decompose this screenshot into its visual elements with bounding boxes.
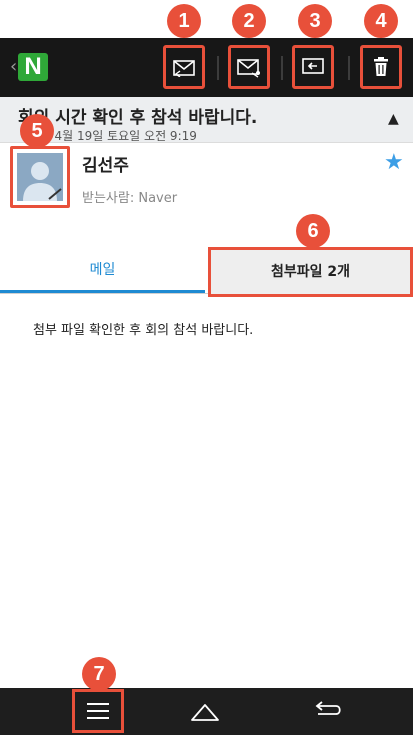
app-logo[interactable]: N [18, 53, 48, 81]
callout-badge: 2 [232, 4, 266, 38]
back-icon [315, 701, 341, 715]
top-margin [0, 0, 413, 38]
home-button[interactable] [183, 691, 227, 731]
reply-mail-icon [173, 60, 195, 77]
home-icon [191, 704, 219, 721]
back-chevron-icon[interactable]: ‹ [10, 56, 17, 78]
tab-mail[interactable]: 메일 [0, 249, 205, 293]
menu-icon [87, 703, 109, 719]
recipients-line: 받는사람: Naver [82, 191, 178, 206]
collapse-triangle-icon[interactable]: ▲ [388, 111, 399, 127]
forward-mail-icon [302, 58, 324, 74]
callout-badge: 5 [20, 114, 54, 148]
system-nav-bar [0, 688, 413, 735]
tab-attachments[interactable]: 첨부파일 2개 [208, 247, 413, 297]
avatar-image [17, 153, 63, 201]
star-icon[interactable]: ★ [384, 150, 404, 175]
menu-button[interactable] [72, 689, 124, 733]
person-icon [17, 153, 63, 201]
delete-button[interactable] [360, 45, 402, 89]
back-button[interactable] [306, 691, 350, 731]
toolbar-divider [281, 56, 283, 80]
message-body: 첨부 파일 확인한 후 회의 참석 바랍니다. [33, 323, 254, 338]
message-body-area [0, 294, 413, 688]
callout-badge: 6 [296, 214, 330, 248]
toolbar-divider [217, 56, 219, 80]
trash-icon [374, 57, 388, 76]
reply-all-button[interactable] [228, 45, 270, 89]
callout-badge: 4 [364, 4, 398, 38]
callout-badge: 7 [82, 657, 116, 691]
sender-row: 김선주 받는사람: Naver ★ [0, 142, 413, 211]
reply-button[interactable] [163, 45, 205, 89]
callout-badge: 3 [298, 4, 332, 38]
toolbar-divider [348, 56, 350, 80]
forward-button[interactable] [292, 45, 334, 89]
callout-badge: 1 [167, 4, 201, 38]
sender-name: 김선주 [82, 156, 129, 176]
message-tabs: 메일 첨부파일 2개 [0, 247, 413, 297]
message-header[interactable]: 회의 시간 확인 후 참석 바랍니다. 4년 4월 19일 토요일 오전 9:1… [0, 97, 413, 143]
message-subject: 회의 시간 확인 후 참석 바랍니다. [18, 108, 258, 128]
reply-all-mail-icon [237, 59, 260, 78]
avatar[interactable] [10, 146, 70, 208]
mail-toolbar: ‹ N [0, 38, 413, 97]
